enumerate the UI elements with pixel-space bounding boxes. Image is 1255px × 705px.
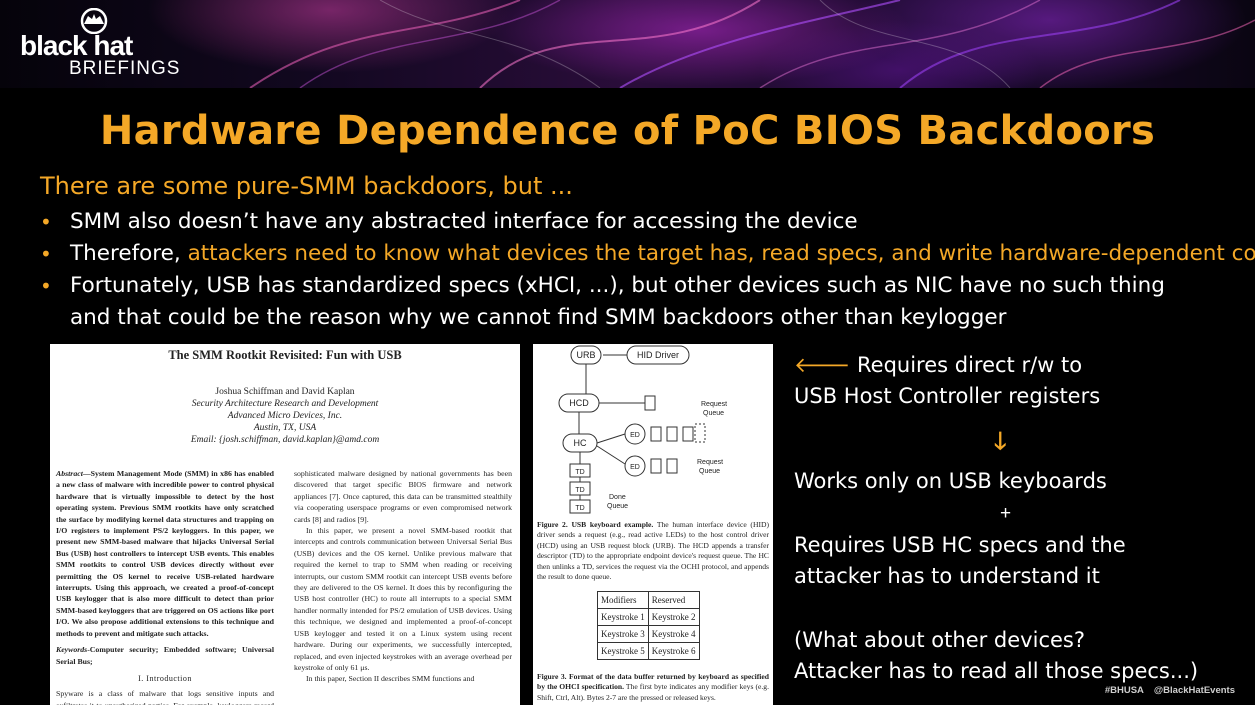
- diagram-label-ed: ED: [630, 464, 640, 471]
- table-cell: Reserved: [647, 591, 700, 609]
- usb-flow-diagram: URB HID Driver HCD HC ED Request Queue E…: [558, 345, 727, 514]
- paper-column-right: sophisticated malware designed by nation…: [294, 468, 512, 685]
- footer-hashtags: #BHUSA @BlackHatEvents: [1095, 685, 1235, 696]
- bullet-highlight: attackers need to know what devices the …: [187, 241, 1255, 266]
- paper-title: The SMM Rootkit Revisited: Fun with USB: [168, 348, 402, 362]
- side-text: Requires direct r/w to: [850, 353, 1083, 377]
- bullet-dot-icon: •: [40, 210, 52, 234]
- paper-text: sophisticated malware designed by nation…: [294, 469, 512, 524]
- paper-column-left: Abstract—System Management Mode (SMM) in…: [56, 468, 274, 705]
- fig2-label: Figure 2.: [537, 520, 568, 529]
- diagram-label-hid-driver: HID Driver: [637, 350, 679, 360]
- paper-section-heading: I. Introduction: [138, 673, 192, 683]
- hashtag: #BHUSA: [1104, 685, 1144, 696]
- keyboard-buffer-table: Modifiers Reserved Keystroke 1 Keystroke…: [597, 591, 700, 660]
- side-line: 🡐 Requires direct r/w to: [794, 350, 1234, 381]
- side-line: Works only on USB keyboards: [794, 469, 1107, 493]
- side-line: Attacker has to read all those specs...): [794, 659, 1199, 683]
- side-notes-2: Requires USB HC specs and the attacker h…: [794, 530, 1234, 592]
- diagram-label-done: Done: [609, 494, 626, 501]
- table-cell: Keystroke 2: [647, 608, 700, 626]
- paper-excerpt: The SMM Rootkit Revisited: Fun with USB …: [50, 344, 520, 705]
- figure-3-caption: Figure 3. Format of the data buffer retu…: [533, 672, 773, 703]
- table-cell: Keystroke 5: [597, 642, 649, 660]
- bullet-item: • Fortunately, USB has standardized spec…: [40, 270, 1255, 334]
- bullet-text: Fortunately, USB has standardized specs …: [70, 273, 1165, 298]
- diagram-label-queue: Queue: [607, 503, 628, 510]
- arrow-left-icon: 🡐: [794, 353, 851, 377]
- diagram-label-request-queue: Request: [697, 459, 723, 466]
- table-cell: Keystroke 6: [647, 642, 700, 660]
- bullet-text: SMM also doesn’t have any abstracted int…: [70, 209, 858, 234]
- paper-affiliation: Austin, TX, USA: [253, 423, 317, 433]
- bullet-text-continued: and that could be the reason why we cann…: [70, 305, 1007, 330]
- diagram-label-td: TD: [575, 469, 584, 476]
- diagram-label-td: TD: [575, 487, 584, 494]
- figure-excerpt: URB HID Driver HCD HC ED Request Queue E…: [533, 344, 773, 705]
- paper-affiliation: Advanced Micro Devices, Inc.: [227, 411, 343, 421]
- black-hat-logo: black hat BRIEFINGS: [20, 6, 200, 79]
- keywords-text: -Computer security; Embedded software; U…: [56, 645, 274, 666]
- bullet-dot-icon: •: [40, 242, 52, 266]
- fig2-title: USB keyboard example.: [571, 520, 654, 529]
- slide-title: Hardware Dependence of PoC BIOS Backdoor…: [99, 108, 1156, 154]
- paper-keywords: Keywords-Computer security; Embedded sof…: [56, 644, 274, 667]
- side-notes-3: (What about other devices? Attacker has …: [794, 625, 1249, 687]
- paper-text: In this paper, Section II describes SMM …: [306, 674, 475, 684]
- arrow-down-icon: 🡓: [994, 428, 1007, 455]
- diagram-label-queue: Queue: [699, 468, 720, 475]
- paper-abstract: Abstract—System Management Mode (SMM) in…: [56, 468, 274, 639]
- paper-text: In this paper, we present a novel SMM-ba…: [294, 526, 512, 672]
- bullet-text: Therefore,: [70, 241, 188, 266]
- twitter-handle: @BlackHatEvents: [1153, 685, 1235, 696]
- table-row: Keystroke 1 Keystroke 2: [597, 608, 700, 626]
- abstract-text: —System Management Mode (SMM) in x86 has…: [56, 469, 274, 638]
- bullet-list: • SMM also doesn’t have any abstracted i…: [40, 206, 1255, 334]
- diagram-label-urb: URB: [576, 350, 595, 360]
- diagram-label-ed: ED: [630, 432, 640, 439]
- side-line: USB Host Controller registers: [794, 384, 1101, 408]
- paper-authors-block: Joshua Schiffman and David Kaplan Securi…: [50, 386, 520, 446]
- table-cell: Keystroke 3: [597, 625, 649, 643]
- bullet-dot-icon: •: [40, 274, 52, 298]
- keywords-label: Keywords: [56, 645, 88, 655]
- diagram-label-queue: Queue: [703, 410, 724, 417]
- diagram-label-request-queue: Request: [701, 401, 727, 408]
- table-row: Keystroke 5 Keystroke 6: [597, 642, 700, 660]
- table-cell: Keystroke 4: [647, 625, 700, 643]
- bullet-item: • Therefore, attackers need to know what…: [40, 238, 1255, 270]
- diagram-label-td: TD: [575, 505, 584, 512]
- diagram-label-hc: HC: [574, 438, 587, 448]
- paper-affiliation: Security Architecture Research and Devel…: [191, 399, 379, 409]
- fig3-label: Figure 3.: [537, 672, 567, 681]
- side-line: attacker has to understand it: [794, 564, 1100, 588]
- side-line: Requires USB HC specs and the: [794, 533, 1126, 557]
- diagram-label-hcd: HCD: [569, 398, 589, 408]
- table-row: Keystroke 3 Keystroke 4: [597, 625, 700, 643]
- table-cell: Modifiers: [597, 591, 649, 609]
- side-line: (What about other devices?: [794, 628, 1085, 652]
- table-cell: Keystroke 1: [597, 608, 649, 626]
- fig2-text: The human interface device (HID) driver …: [537, 520, 769, 582]
- plus-icon: +: [1000, 503, 1012, 524]
- logo-briefings: BRIEFINGS: [69, 58, 181, 79]
- table-row: Modifiers Reserved: [597, 591, 700, 609]
- paper-email: Email: {josh.schiffman, david.kaplan}@am…: [190, 435, 380, 445]
- slide-subtitle: There are some pure-SMM backdoors, but .…: [40, 172, 573, 200]
- abstract-label: Abstract: [56, 469, 83, 478]
- paper-authors: Joshua Schiffman and David Kaplan: [215, 387, 355, 397]
- side-notes: 🡐 Requires direct r/w to USB Host Contro…: [794, 350, 1234, 412]
- bullet-item: • SMM also doesn’t have any abstracted i…: [40, 206, 1255, 238]
- paper-intro: Spyware is a class of malware that logs …: [56, 689, 274, 705]
- figure-2-caption: Figure 2. USB keyboard example. The huma…: [533, 520, 773, 582]
